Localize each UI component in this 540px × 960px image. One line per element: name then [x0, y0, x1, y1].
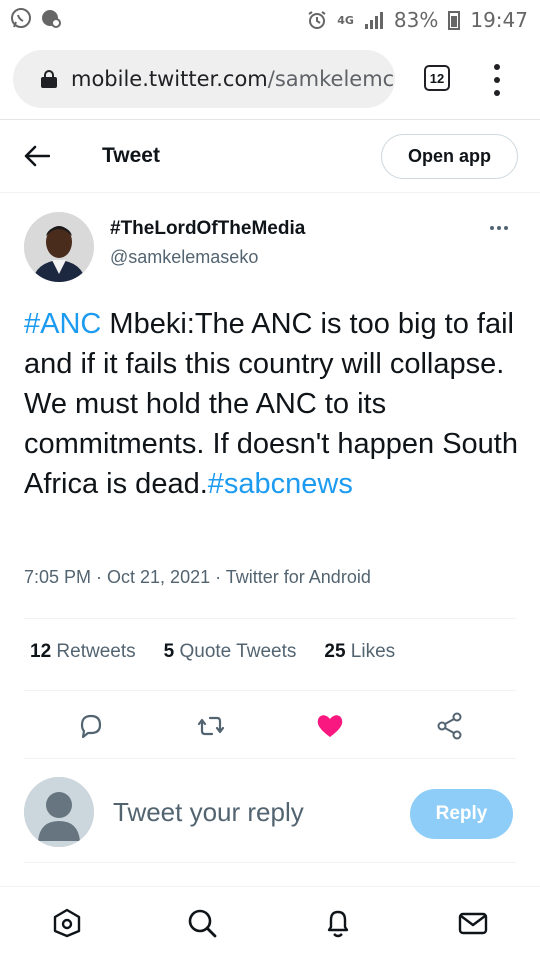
back-arrow-icon[interactable] — [24, 145, 50, 167]
url-path: /samkelemc — [267, 67, 395, 91]
retweets-stat[interactable]: 12 Retweets — [30, 641, 136, 663]
status-bar: 4G 83% 19:47 — [0, 0, 540, 40]
divider — [24, 758, 516, 759]
author-handle[interactable]: @samkelemaseko — [110, 247, 258, 268]
open-app-button[interactable]: Open app — [381, 134, 518, 179]
divider — [24, 862, 516, 863]
lock-icon[interactable] — [41, 70, 57, 88]
tabs-switcher-button[interactable]: 12 — [424, 65, 450, 91]
hashtag-link[interactable]: #sabcnews — [208, 468, 353, 500]
author-photo — [24, 212, 94, 282]
explore-icon[interactable] — [51, 907, 83, 939]
likes-label: Likes — [350, 641, 396, 662]
hashtag-link[interactable]: #ANC — [24, 308, 101, 340]
divider — [24, 690, 516, 691]
share-icon[interactable] — [435, 711, 465, 741]
reply-button[interactable]: Reply — [410, 789, 513, 839]
browser-toolbar: mobile.twitter.com/samkelemc 12 — [0, 40, 540, 120]
notification-icons — [10, 7, 62, 29]
likes-stat[interactable]: 25 Likes — [324, 641, 395, 663]
author-avatar[interactable] — [24, 212, 94, 282]
whatsapp-icon — [11, 8, 31, 28]
signal-icon — [364, 12, 383, 29]
battery-percent: 83% — [393, 8, 439, 32]
like-icon[interactable] — [315, 711, 345, 741]
default-avatar-icon — [24, 777, 94, 847]
url-text[interactable]: mobile.twitter.com/samkelemc — [71, 67, 394, 91]
notifications-bell-icon[interactable] — [322, 907, 354, 939]
settings-badge-icon — [42, 10, 61, 28]
twitter-header: Tweet Open app — [0, 121, 540, 193]
reply-input[interactable]: Tweet your reply — [113, 797, 304, 828]
network-type: 4G — [337, 13, 354, 27]
likes-count: 25 — [324, 641, 346, 662]
messages-mail-icon[interactable] — [457, 907, 489, 939]
system-indicators: 4G 83% 19:47 — [307, 8, 528, 32]
tweet-actions — [0, 703, 540, 749]
retweet-icon[interactable] — [196, 711, 226, 741]
quotes-stat[interactable]: 5 Quote Tweets — [164, 641, 297, 663]
page-title: Tweet — [102, 144, 160, 167]
quotes-count: 5 — [163, 641, 175, 662]
search-icon[interactable] — [186, 907, 218, 939]
retweets-label: Retweets — [56, 641, 136, 662]
tweet-text: #ANC Mbeki:The ANC is too big to fail an… — [24, 304, 524, 504]
url-host: mobile.twitter.com — [71, 67, 268, 91]
divider — [24, 618, 516, 619]
more-options-icon[interactable] — [490, 226, 508, 230]
quotes-label: Quote Tweets — [179, 641, 297, 662]
user-avatar — [24, 777, 94, 847]
tweet-timestamp[interactable]: 7:05 PM · Oct 21, 2021 · Twitter for And… — [24, 567, 371, 588]
retweets-count: 12 — [30, 641, 52, 662]
battery-icon — [448, 11, 461, 30]
author-display-name[interactable]: #TheLordOfTheMedia — [110, 218, 305, 240]
clock: 19:47 — [470, 8, 528, 32]
alarm-icon — [308, 11, 326, 29]
tweet-stats: 12 Retweets 5 Quote Tweets 25 Likes — [30, 641, 395, 663]
bottom-nav — [0, 886, 540, 960]
url-bar[interactable]: mobile.twitter.com/samkelemc — [13, 50, 395, 108]
overflow-menu-icon[interactable] — [492, 64, 502, 96]
reply-icon[interactable] — [76, 711, 106, 741]
